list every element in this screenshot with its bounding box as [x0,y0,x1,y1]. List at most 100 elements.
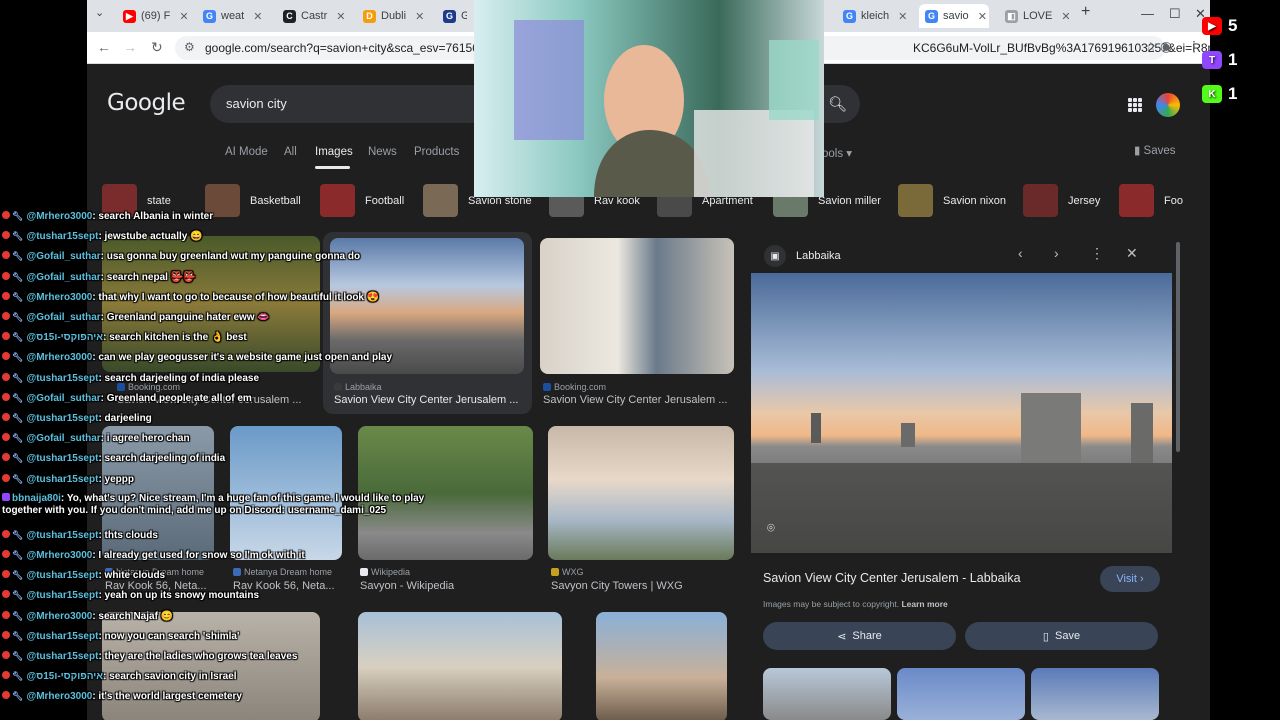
learn-more-link[interactable]: Learn more [901,599,947,609]
youtube-badge-icon [2,550,10,558]
wrench-icon: 🔧︎ [12,570,24,581]
youtube-badge-icon [2,231,10,240]
site-info-icon[interactable]: ⚙ [184,40,195,54]
back-icon[interactable]: ← [97,39,111,55]
reload-icon[interactable]: ↻ [151,39,163,56]
visit-button[interactable]: Visit › [1100,566,1160,592]
browser-tab[interactable]: ◧ LOVE ✕ [999,4,1069,28]
chat-text: : i agree hero chan [100,433,190,445]
bookmark-star-icon[interactable]: ☆ [1145,39,1157,55]
close-tab-icon[interactable]: ✕ [253,10,262,23]
tools-button[interactable]: ools ▾ [822,146,852,160]
search-icon[interactable]: 🔍︎ [828,95,847,113]
youtube-badge-icon [2,473,10,482]
tab-all[interactable]: All [284,146,297,158]
result-image-10[interactable] [596,612,727,720]
tab-images[interactable]: Images [315,146,353,158]
search-query[interactable]: savion city [226,96,287,111]
google-icon: G [925,9,938,23]
related-search-chip[interactable]: Jersey [1023,184,1101,217]
tab-search-icon[interactable]: ⌄ [95,6,104,19]
save-button[interactable]: ▯ Save [965,622,1158,650]
chat-username: @tushar15sept [26,413,99,424]
browser-tab[interactable]: Gsavio ✕ [919,4,989,28]
minimize-icon[interactable]: — [1141,6,1154,21]
previous-icon[interactable]: ‹ [1018,245,1023,261]
related-thumb-2[interactable] [897,668,1025,720]
youtube-badge-icon [2,529,10,538]
chip-label: Foo [1164,194,1183,207]
chat-text: : that why I want to go to because of ho… [92,291,380,303]
browser-tab[interactable]: Gkleich ✕ [837,4,907,28]
browser-tab[interactable]: D Dubli ✕ [357,4,427,28]
result-image-3[interactable] [540,238,734,374]
browser-tab[interactable]: C Castr ✕ [277,4,347,28]
new-tab-icon[interactable]: + [1081,3,1090,21]
account-avatar[interactable] [1156,93,1180,117]
chat-username: @Gofail_suthar [26,271,101,283]
close-tab-icon[interactable]: ✕ [179,10,187,23]
related-thumb-1[interactable] [763,668,891,720]
close-tab-icon[interactable]: ✕ [415,10,424,23]
tab-ai-mode[interactable]: AI Mode [225,146,268,158]
maximize-icon[interactable]: ☐ [1169,6,1181,22]
preview-image[interactable]: ⌾ [751,273,1172,553]
result-title-7[interactable]: Savyon City Towers | WXG [551,580,731,592]
chat-text: : now you can search 'shimla' [98,630,240,642]
next-icon[interactable]: › [1054,245,1059,261]
chat-text: : Greenland people ate all of em [100,392,252,404]
panel-scrollbar[interactable] [1176,242,1180,452]
chat-message: 🔧︎ @Mrhero3000: that why I want to go to … [2,291,379,304]
close-tab-icon[interactable]: ✕ [336,10,345,23]
google-apps-icon[interactable] [1128,98,1142,112]
chat-username: @tushar15sept [26,590,99,602]
close-tab-icon[interactable]: ✕ [898,10,907,23]
forward-icon[interactable]: → [123,39,137,55]
close-panel-icon[interactable]: ✕ [1126,245,1138,262]
browser-tab[interactable]: Gweat ✕ [197,4,267,28]
chat-message: 🔧︎ @tushar15sept: thts clouds [2,529,158,542]
result-source-3: Booking.com [543,382,606,392]
result-image-7[interactable] [548,426,734,560]
twitch-badge-icon [2,492,10,501]
related-thumb-3[interactable] [1031,668,1159,720]
panel-source[interactable]: Labbaika [796,250,841,262]
wrench-icon: 🔧︎ [12,671,24,682]
chat-text: : search Albania in winter [92,211,214,222]
url-text-left: google.com/search?q=savion+city&sca_esv=… [205,41,499,55]
google-logo[interactable]: Google [107,90,186,116]
tab-news[interactable]: News [368,146,397,158]
youtube-viewer-count: ▶ 5 [1202,16,1237,36]
wrench-icon: 🔧︎ [12,590,24,601]
close-tab-icon[interactable]: ✕ [978,10,987,23]
chat-message: 🔧︎ @tushar15sept: search darjeeling of in… [2,452,225,465]
wrench-icon: 🔧︎ [12,413,24,423]
wrench-icon: 🔧︎ [12,453,24,464]
profile-icon[interactable]: ◉ [1160,38,1172,55]
related-search-chip[interactable]: Foo [1119,184,1183,217]
chat-message: 🔧︎ @Mrhero3000: search Albania in winter [2,210,213,223]
result-title-3[interactable]: Savion View City Center Jerusalem ... [543,394,733,406]
copyright-note: Images may be subject to copyright. Lear… [763,599,948,609]
lens-icon[interactable]: ⌾ [767,520,775,536]
preview-title[interactable]: Savion View City Center Jerusalem - Labb… [763,571,1021,585]
browser-tab[interactable]: G Ga [437,4,467,28]
active-tab-indicator [315,166,350,169]
chat-username: @איהפוקסי-ו15ס [26,332,104,344]
browser-menu-icon[interactable]: ⋮ [1187,38,1201,55]
kick-icon: K [1202,85,1222,103]
chat-message: 🔧︎ @Mrhero3000: I already get used for sn… [2,549,305,562]
wrench-icon: 🔧︎ [12,332,24,343]
close-tab-icon[interactable]: ✕ [1061,10,1069,23]
wrench-icon: 🔧︎ [12,651,24,661]
chat-message: 🔧︎ @tushar15sept: yeah on up its snowy mo… [2,589,259,602]
tab-title: LOVE [1023,10,1053,22]
more-options-icon[interactable]: ⋮ [1090,245,1104,262]
related-search-chip[interactable]: Savion nixon [898,184,1006,217]
share-button[interactable]: ⋖ Share [763,622,956,650]
viewer-count-value: 5 [1228,16,1238,35]
browser-tab[interactable]: ▶ (69) F ✕ [117,4,187,28]
youtube-badge-icon [2,433,10,442]
saves-button[interactable]: ▮ Saves [1134,143,1176,157]
tab-products[interactable]: Products [414,146,459,158]
